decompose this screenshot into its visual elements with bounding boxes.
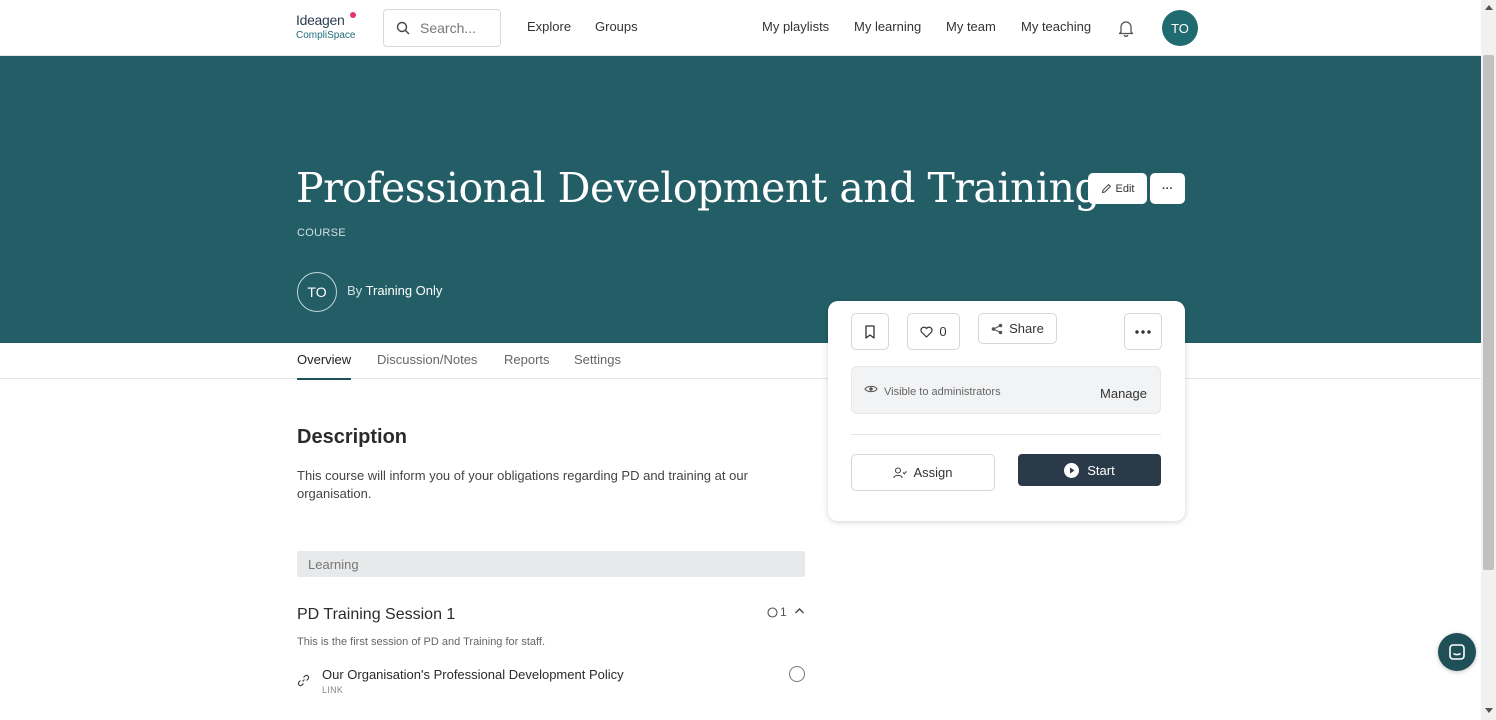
manage-link[interactable]: Manage bbox=[1100, 386, 1147, 401]
nav-explore[interactable]: Explore bbox=[527, 19, 571, 34]
nav-groups[interactable]: Groups bbox=[595, 19, 638, 34]
visibility-text: Visible to administrators bbox=[884, 386, 1001, 398]
tab-bar: Overview Discussion/Notes Reports Settin… bbox=[0, 343, 1481, 380]
play-circle-icon bbox=[1064, 462, 1080, 478]
session-progress-icon bbox=[767, 606, 778, 618]
learning-item-title[interactable]: Our Organisation's Professional Developm… bbox=[322, 667, 624, 682]
session-title[interactable]: PD Training Session 1 bbox=[297, 606, 455, 624]
search-box[interactable] bbox=[383, 9, 501, 47]
nav-my-playlists[interactable]: My playlists bbox=[762, 19, 829, 34]
course-type-label: COURSE bbox=[297, 227, 346, 239]
user-avatar[interactable]: TO bbox=[1162, 10, 1198, 46]
page-scrollbar[interactable] bbox=[1481, 0, 1496, 720]
pencil-icon bbox=[1101, 183, 1111, 194]
card-more-button[interactable] bbox=[1124, 313, 1162, 350]
nav-my-teaching[interactable]: My teaching bbox=[1021, 19, 1091, 34]
course-title: Professional Development and Training bbox=[296, 164, 1101, 212]
share-icon bbox=[991, 323, 1003, 334]
learning-section-header: Learning bbox=[297, 551, 805, 577]
logo-line1: Ideagen bbox=[296, 12, 345, 28]
course-action-card: 0 Share Visible to administrators Manage… bbox=[828, 301, 1185, 521]
share-label: Share bbox=[1009, 321, 1044, 336]
edit-button[interactable]: Edit bbox=[1088, 173, 1147, 204]
nav-my-learning[interactable]: My learning bbox=[854, 19, 921, 34]
description-heading: Description bbox=[297, 426, 408, 448]
like-button[interactable]: 0 bbox=[907, 313, 960, 350]
visibility-panel: Visible to administrators Manage bbox=[851, 366, 1161, 414]
scroll-up-icon[interactable] bbox=[1485, 5, 1493, 10]
start-button[interactable]: Start bbox=[1018, 454, 1161, 486]
like-count: 0 bbox=[939, 324, 947, 339]
more-dots-icon: ··· bbox=[1162, 182, 1173, 195]
item-completion-radio[interactable] bbox=[789, 666, 805, 682]
card-divider bbox=[851, 434, 1161, 435]
chat-widget-button[interactable] bbox=[1438, 633, 1476, 671]
bell-icon[interactable] bbox=[1116, 18, 1136, 38]
bookmark-button[interactable] bbox=[851, 313, 889, 350]
chat-icon bbox=[1449, 644, 1465, 660]
logo-line2: CompliSpace bbox=[296, 30, 356, 41]
session-count-value: 1 bbox=[780, 605, 787, 619]
author-name[interactable]: Training Only bbox=[366, 283, 443, 298]
chevron-up-icon[interactable] bbox=[794, 607, 805, 615]
assign-button[interactable]: Assign bbox=[851, 454, 995, 491]
start-label: Start bbox=[1087, 462, 1115, 478]
by-label: By bbox=[347, 283, 363, 298]
logo-dot-icon bbox=[350, 12, 356, 18]
heart-icon bbox=[920, 326, 933, 338]
eye-icon bbox=[864, 385, 878, 393]
learning-item-type: LINK bbox=[322, 685, 344, 695]
more-horizontal-icon bbox=[1135, 329, 1151, 334]
learning-label: Learning bbox=[308, 557, 359, 572]
scrollbar-thumb[interactable] bbox=[1483, 55, 1494, 570]
ideagen-logo[interactable]: Ideagen CompliSpace bbox=[296, 12, 358, 44]
tab-settings[interactable]: Settings bbox=[574, 352, 621, 367]
course-description: This course will inform you of your obli… bbox=[297, 468, 748, 501]
link-icon bbox=[297, 674, 310, 687]
assign-user-icon bbox=[893, 466, 908, 478]
edit-label: Edit bbox=[1115, 182, 1135, 195]
hero-more-button[interactable]: ··· bbox=[1150, 173, 1185, 204]
tab-discussion-notes[interactable]: Discussion/Notes bbox=[377, 352, 477, 367]
session-item-count: 1 bbox=[767, 605, 787, 619]
author-avatar[interactable]: TO bbox=[297, 272, 337, 312]
search-input[interactable] bbox=[420, 20, 500, 36]
share-button[interactable]: Share bbox=[978, 313, 1057, 344]
scroll-down-icon[interactable] bbox=[1485, 708, 1493, 713]
tab-reports[interactable]: Reports bbox=[504, 352, 550, 367]
tab-overview[interactable]: Overview bbox=[297, 352, 352, 380]
top-navigation: Ideagen CompliSpace Explore Groups My pl… bbox=[0, 0, 1481, 56]
assign-label: Assign bbox=[913, 465, 953, 480]
nav-my-team[interactable]: My team bbox=[946, 19, 996, 34]
search-icon bbox=[396, 21, 410, 35]
session-description: This is the first session of PD and Trai… bbox=[297, 636, 546, 648]
author-byline: By Training Only bbox=[347, 283, 442, 298]
bookmark-icon bbox=[865, 324, 875, 339]
